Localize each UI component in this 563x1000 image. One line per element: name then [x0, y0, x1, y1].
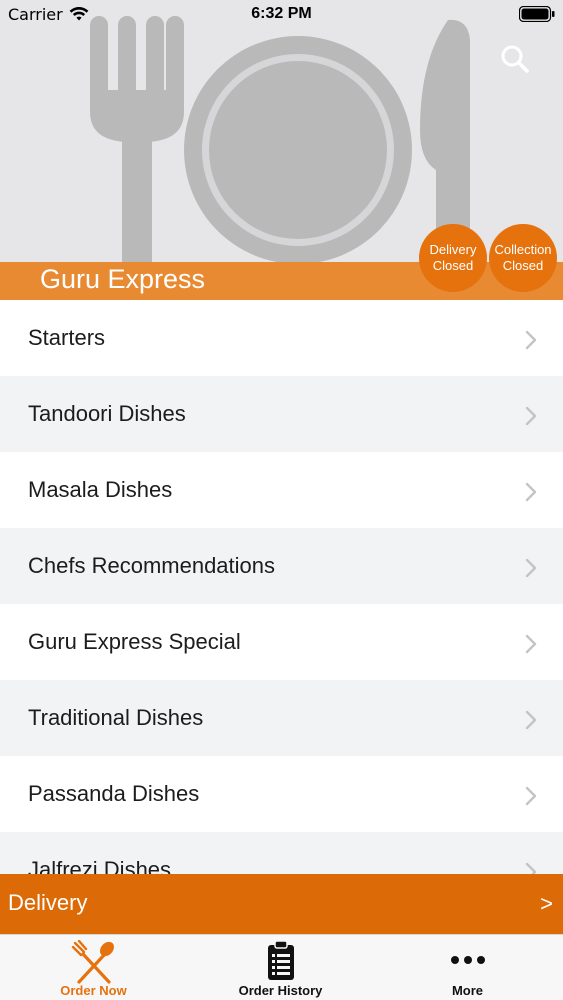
category-row-chefs-recommendations[interactable]: Chefs Recommendations	[0, 528, 563, 604]
search-icon[interactable]	[498, 42, 532, 76]
chevron-right-icon	[525, 786, 537, 806]
delivery-mode-label: Delivery	[8, 890, 88, 915]
category-label: Tandoori Dishes	[28, 401, 186, 426]
tab-bar: Order Now Order History More	[0, 934, 563, 1000]
delivery-mode-bar[interactable]: Delivery >	[0, 874, 563, 934]
battery-icon	[519, 6, 555, 22]
chevron-right-icon	[525, 558, 537, 578]
category-label: Starters	[28, 325, 106, 350]
badge-delivery-line2: Closed	[432, 258, 474, 273]
category-row-passanda-dishes[interactable]: Passanda Dishes	[0, 756, 563, 832]
category-label: Traditional Dishes	[28, 705, 204, 730]
tab-order-history[interactable]: Order History	[187, 935, 374, 1000]
category-label: Masala Dishes	[28, 477, 173, 502]
clipboard-list-icon	[267, 940, 294, 980]
badge-collection-line2: Closed	[502, 258, 544, 273]
category-row-traditional-dishes[interactable]: Traditional Dishes	[0, 680, 563, 756]
chevron-right-icon	[525, 710, 537, 730]
tab-more[interactable]: More	[374, 935, 561, 1000]
category-row-jalfrezi-dishes[interactable]: Jalfrezi Dishes	[0, 832, 563, 874]
chevron-right-icon	[525, 634, 537, 654]
category-label: Jalfrezi Dishes	[28, 857, 172, 874]
category-label: Passanda Dishes	[28, 781, 200, 806]
status-time: 6:32 PM	[251, 5, 312, 22]
chevron-right-icon	[525, 330, 537, 350]
chevron-right-icon	[525, 482, 537, 502]
status-bar: Carrier 6:32 PM	[0, 0, 563, 30]
tab-more-label: More	[451, 983, 484, 998]
category-label: Chefs Recommendations	[28, 553, 276, 578]
delivery-arrow-icon: >	[540, 891, 553, 916]
category-row-masala-dishes[interactable]: Masala Dishes	[0, 452, 563, 528]
menu-category-list[interactable]: Starters Tandoori Dishes Masala Dishes C…	[0, 300, 563, 874]
collection-status-badge: Collection Closed	[489, 224, 557, 292]
more-dots-icon	[450, 956, 485, 964]
chevron-right-icon	[525, 862, 537, 874]
category-row-guru-express-special[interactable]: Guru Express Special	[0, 604, 563, 680]
category-row-starters[interactable]: Starters	[0, 300, 563, 376]
badge-collection-line1: Collection	[494, 242, 552, 257]
category-label: Guru Express Special	[28, 629, 241, 654]
tab-order-history-label: Order History	[238, 983, 323, 998]
delivery-status-badge: Delivery Closed	[419, 224, 487, 292]
chevron-right-icon	[525, 406, 537, 426]
restaurant-name: Guru Express	[40, 264, 206, 294]
category-row-tandoori-dishes[interactable]: Tandoori Dishes	[0, 376, 563, 452]
tab-order-now-label: Order Now	[60, 983, 127, 998]
badge-delivery-line1: Delivery	[429, 242, 477, 257]
fork-spoon-icon	[71, 940, 114, 984]
tab-order-now[interactable]: Order Now	[0, 935, 187, 1000]
